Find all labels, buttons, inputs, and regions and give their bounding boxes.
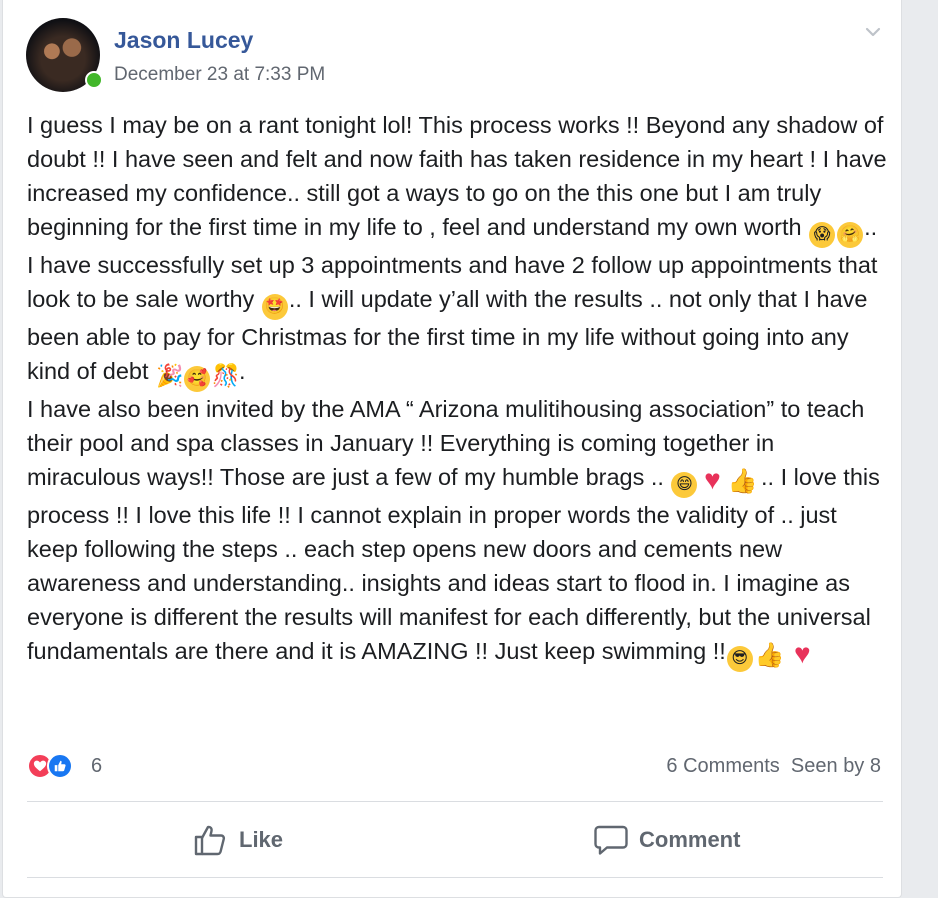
divider bbox=[27, 877, 883, 878]
sunglasses-emoji: 😎 bbox=[726, 646, 753, 672]
post-text-segment: .. bbox=[864, 214, 878, 240]
post-paragraph: I have successfully set up 3 appointment… bbox=[27, 248, 893, 392]
post-text-segment: .. I love this process !! I love this li… bbox=[27, 464, 887, 664]
post-text: I guess I may be on a rant tonight lol! … bbox=[27, 108, 893, 672]
online-status-indicator bbox=[85, 71, 103, 89]
red-heart-emoji: ♥ bbox=[793, 638, 811, 669]
post-text-segment: . bbox=[239, 358, 246, 384]
divider bbox=[27, 801, 883, 802]
post-stats: 6 Comments Seen by 8 bbox=[666, 755, 881, 778]
chevron-down-icon[interactable] bbox=[863, 22, 883, 42]
hug-emoji: 🤗 bbox=[837, 222, 864, 248]
thumbs-up-emoji: 👍 bbox=[754, 642, 785, 669]
comments-count-link[interactable]: 6 Comments bbox=[666, 755, 779, 777]
confetti-emoji: 🎊 bbox=[212, 363, 240, 388]
author-name-link[interactable]: Jason Lucey bbox=[114, 27, 253, 54]
grinning-emoji: 😄 bbox=[671, 472, 698, 498]
like-reaction-icon bbox=[47, 753, 73, 779]
thumbs-up-emoji: 👍 bbox=[727, 468, 758, 495]
post-card: Jason Lucey December 23 at 7:33 PM I gue… bbox=[2, 0, 902, 898]
comment-bubble-icon bbox=[594, 825, 628, 855]
reaction-count[interactable]: 6 bbox=[91, 755, 102, 778]
thumbs-up-icon bbox=[194, 825, 226, 856]
scream-emoji: 😱 bbox=[809, 222, 836, 248]
post-timestamp[interactable]: December 23 at 7:33 PM bbox=[114, 64, 325, 86]
smiling-face-hearts-emoji: 🥰 bbox=[184, 366, 211, 392]
comment-button[interactable]: Comment bbox=[593, 818, 740, 862]
star-struck-emoji: 🤩 bbox=[261, 294, 288, 320]
like-label: Like bbox=[239, 827, 284, 852]
party-popper-emoji: 🎉 bbox=[156, 363, 184, 388]
red-heart-emoji: ♥ bbox=[704, 464, 721, 495]
post-paragraph: I guess I may be on a rant tonight lol! … bbox=[27, 108, 893, 248]
comment-label: Comment bbox=[639, 827, 741, 852]
post-paragraph: I have also been invited by the AMA “ Ar… bbox=[27, 392, 893, 672]
post-text-segment: I guess I may be on a rant tonight lol! … bbox=[27, 112, 894, 240]
like-button[interactable]: Like bbox=[193, 818, 283, 862]
seen-by-link[interactable]: Seen by 8 bbox=[791, 755, 881, 777]
